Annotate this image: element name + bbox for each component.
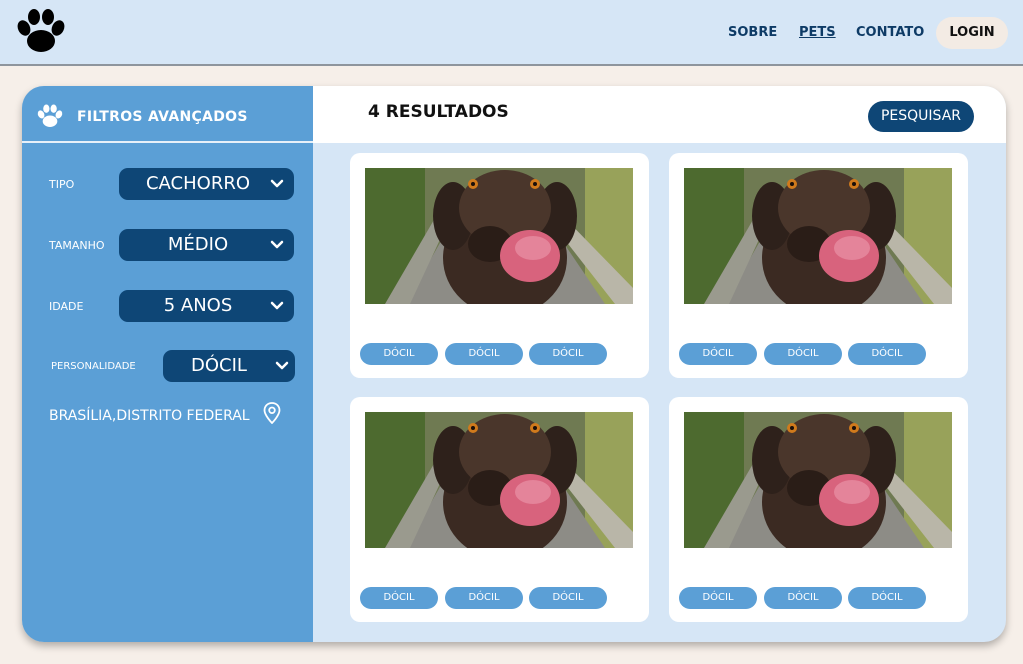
search-button[interactable]: PESQUISAR bbox=[868, 101, 974, 132]
paw-icon bbox=[37, 104, 63, 127]
sidebar-title: FILTROS AVANÇADOS bbox=[77, 109, 248, 125]
pet-card[interactable]: DÓCIL DÓCIL DÓCIL bbox=[350, 397, 649, 622]
location-text: BRASÍLIA,DISTRITO FEDERAL bbox=[49, 408, 250, 424]
paw-icon[interactable] bbox=[16, 8, 66, 54]
results-count: 4 RESULTADOS bbox=[368, 102, 509, 122]
filter-label-personalidade: PERSONALIDADE bbox=[51, 361, 136, 372]
main-panel: FILTROS AVANÇADOS TIPO CACHORRO TAMANHO … bbox=[22, 86, 1006, 642]
nav-link-contato[interactable]: CONTATO bbox=[856, 25, 924, 40]
results-header: 4 RESULTADOS PESQUISAR bbox=[313, 86, 1006, 143]
pet-tag: DÓCIL bbox=[529, 343, 607, 365]
login-button[interactable]: LOGIN bbox=[936, 17, 1008, 49]
pet-tag: DÓCIL bbox=[679, 587, 757, 609]
filter-label-tamanho: TAMANHO bbox=[49, 239, 105, 252]
idade-select[interactable]: 5 ANOS bbox=[119, 290, 294, 322]
tipo-select[interactable]: CACHORRO bbox=[119, 168, 294, 200]
chevron-down-icon bbox=[275, 361, 289, 370]
select-value: 5 ANOS bbox=[163, 295, 233, 316]
filters-sidebar: FILTROS AVANÇADOS TIPO CACHORRO TAMANHO … bbox=[22, 86, 313, 642]
select-value: DÓCIL bbox=[191, 355, 247, 376]
pet-tag: DÓCIL bbox=[848, 343, 926, 365]
pet-tag: DÓCIL bbox=[360, 587, 438, 609]
chevron-down-icon bbox=[270, 301, 284, 310]
pet-tag: DÓCIL bbox=[445, 343, 523, 365]
pet-photo bbox=[684, 412, 952, 548]
pet-photo bbox=[365, 412, 633, 548]
nav-link-pets[interactable]: PETS bbox=[799, 25, 836, 40]
pet-tag: DÓCIL bbox=[445, 587, 523, 609]
top-navbar: SOBRE PETS CONTATO LOGIN bbox=[0, 0, 1023, 66]
chevron-down-icon bbox=[270, 179, 284, 188]
sidebar-header: FILTROS AVANÇADOS bbox=[22, 86, 313, 143]
select-value: MÉDIO bbox=[167, 234, 229, 255]
pet-photo bbox=[684, 168, 952, 304]
pet-card[interactable]: DÓCIL DÓCIL DÓCIL bbox=[669, 397, 968, 622]
tamanho-select[interactable]: MÉDIO bbox=[119, 229, 294, 261]
map-pin-icon[interactable] bbox=[263, 402, 281, 424]
pet-card[interactable]: DÓCIL DÓCIL DÓCIL bbox=[350, 153, 649, 378]
filter-label-tipo: TIPO bbox=[49, 178, 75, 191]
chevron-down-icon bbox=[270, 240, 284, 249]
pet-tag: DÓCIL bbox=[679, 343, 757, 365]
pet-tag: DÓCIL bbox=[848, 587, 926, 609]
nav-link-sobre[interactable]: SOBRE bbox=[728, 25, 777, 40]
pet-tag: DÓCIL bbox=[764, 343, 842, 365]
select-value: CACHORRO bbox=[145, 173, 251, 194]
pet-tag: DÓCIL bbox=[764, 587, 842, 609]
pet-tag: DÓCIL bbox=[360, 343, 438, 365]
filter-label-idade: IDADE bbox=[49, 300, 84, 313]
pet-photo bbox=[365, 168, 633, 304]
personalidade-select[interactable]: DÓCIL bbox=[163, 350, 295, 382]
pet-card[interactable]: DÓCIL DÓCIL DÓCIL bbox=[669, 153, 968, 378]
pet-tag: DÓCIL bbox=[529, 587, 607, 609]
